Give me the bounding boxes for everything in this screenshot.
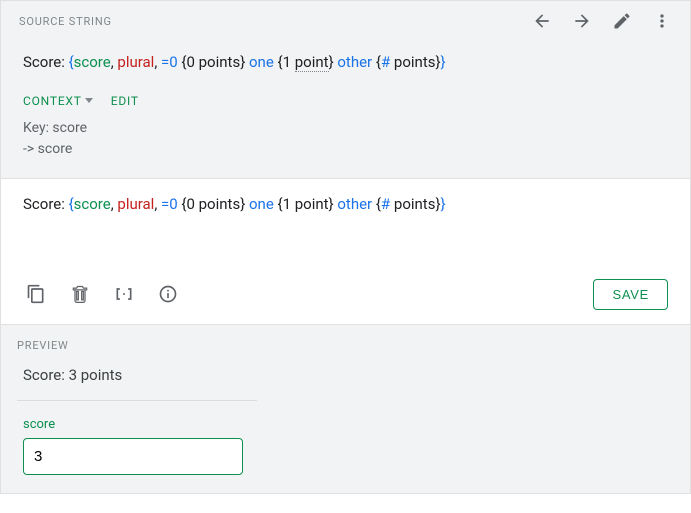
context-body: Key: score -> score: [1, 114, 690, 178]
divider: [17, 400, 257, 401]
source-string-label: SOURCE STRING: [19, 15, 530, 28]
info-icon[interactable]: [157, 283, 179, 305]
insert-placeholder-icon[interactable]: [113, 283, 135, 305]
edit-pencil-icon[interactable]: [610, 9, 634, 33]
next-arrow-icon[interactable]: [570, 9, 594, 33]
translation-editor[interactable]: Score: {score, plural, =0 {0 points} one…: [1, 179, 690, 269]
context-toggle[interactable]: CONTEXT: [23, 94, 93, 108]
delete-icon[interactable]: [69, 283, 91, 305]
preview-output: Score: 3 points: [17, 366, 674, 384]
chevron-down-icon: [85, 98, 93, 103]
context-edit-link[interactable]: EDIT: [111, 94, 139, 108]
save-button[interactable]: SAVE: [593, 279, 668, 310]
prev-arrow-icon[interactable]: [530, 9, 554, 33]
source-string-text: Score: {score, plural, =0 {0 points} one…: [1, 37, 690, 94]
copy-source-icon[interactable]: [25, 283, 47, 305]
more-vert-icon[interactable]: [650, 9, 674, 33]
score-input[interactable]: [23, 438, 243, 475]
preview-label: PREVIEW: [17, 339, 674, 352]
score-input-label: score: [17, 417, 674, 432]
